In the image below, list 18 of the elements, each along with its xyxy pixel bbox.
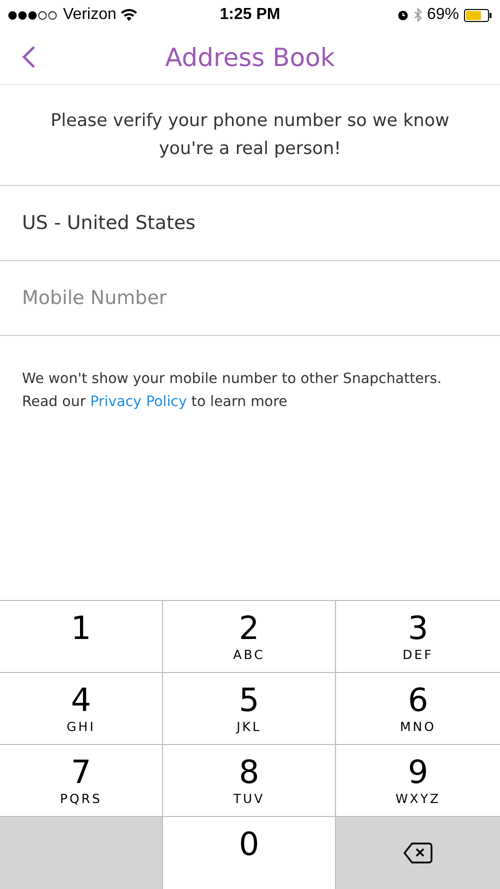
keypad-key[interactable]: 7 PQRS (0, 745, 163, 817)
bluetooth-icon (414, 8, 422, 22)
battery-icon (464, 8, 492, 22)
wifi-icon (121, 9, 138, 21)
clock-time: 1:25 PM (220, 6, 280, 24)
privacy-note: We won't show your mobile number to other Snapchatters. Read our Privacy Policy to learn more (21, 370, 443, 412)
keypad-key[interactable]: 1 (0, 601, 163, 673)
keypad-key[interactable]: 4 GHI (0, 673, 163, 745)
screen-title: Address Book (165, 42, 335, 72)
keypad-key[interactable]: 8 TUV (163, 745, 336, 817)
signal-icon (8, 10, 58, 20)
backspace-icon (403, 842, 433, 864)
battery-percent: 69% (426, 6, 459, 24)
alarm-clock-icon (396, 9, 409, 21)
carrier-name: Verizon (63, 6, 116, 24)
keypad-key[interactable]: 2 ABC (163, 601, 336, 673)
keypad-key[interactable]: 5 JKL (163, 673, 336, 745)
chevron-left-icon (22, 45, 36, 69)
